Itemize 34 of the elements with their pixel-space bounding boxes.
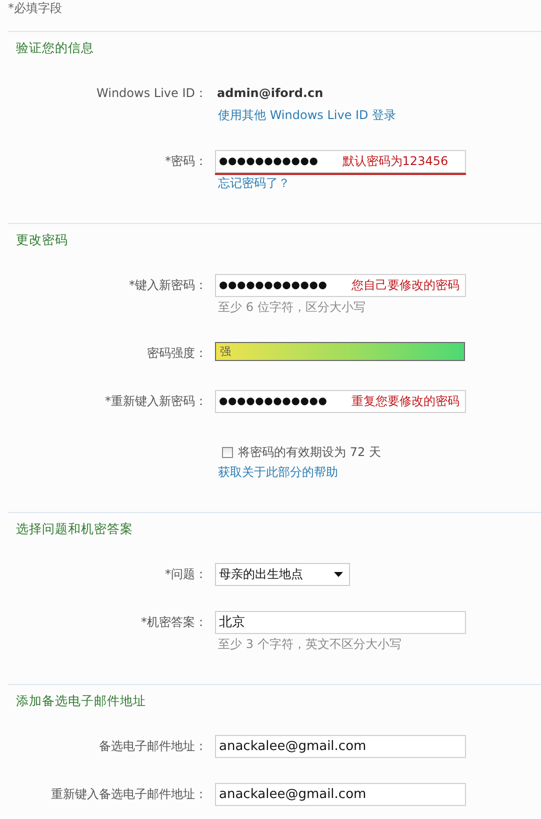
question-dropdown[interactable]: 母亲的出生地点 <box>215 563 350 586</box>
section-title: 验证您的信息 <box>15 39 94 57</box>
section-title: 添加备选电子邮件地址 <box>15 692 146 710</box>
checkbox-label: 将密码的有效期设为 72 天 <box>238 444 381 461</box>
required-note: *必填字段 <box>8 1 62 15</box>
field-label: Windows Live ID： <box>96 86 207 100</box>
field-label: 重新键入备选电子邮件地址： <box>51 787 207 801</box>
annotation-text: 您自己要修改的密码 <box>351 277 460 294</box>
annotation-text: 重复您要修改的密码 <box>351 393 460 410</box>
section-title: 选择问题和机密答案 <box>15 520 133 538</box>
field-label: 密码强度： <box>147 346 207 360</box>
caret-icon <box>334 572 343 577</box>
field-label: *重新键入新密码： <box>105 394 207 408</box>
strength-reading: 强 <box>220 345 231 359</box>
hint-text: 至少 3 个字符，英文不区分大小写 <box>218 637 402 651</box>
password-field[interactable]: ●●●●●●●●●●● 默认密码为123456 <box>215 150 466 173</box>
field-label: *键入新密码： <box>129 278 207 292</box>
help-link[interactable]: 获取关于此部分的帮助 <box>218 465 338 479</box>
field-label: 备选电子邮件地址： <box>99 739 207 753</box>
account-id: admin@iford.cn <box>216 85 324 102</box>
input-field[interactable]: anackalee@gmail.com <box>215 783 466 806</box>
password-field[interactable]: ●●●●●●●●●●●● 您自己要修改的密码 <box>215 274 466 297</box>
section-title: 更改密码 <box>15 231 68 249</box>
checkbox[interactable] <box>222 446 233 458</box>
help-link[interactable]: 使用其他 Windows Live ID 登录 <box>218 108 396 122</box>
hint-text: 至少 6 位字符，区分大小写 <box>218 300 366 314</box>
field-label: *密码： <box>165 154 207 168</box>
password-field[interactable]: ●●●●●●●●●●●● 重复您要修改的密码 <box>215 390 466 413</box>
input-field[interactable]: 北京 <box>215 611 466 634</box>
annotation-text: 默认密码为123456 <box>342 153 448 170</box>
field-label: *机密答案： <box>141 615 207 629</box>
help-link[interactable]: 忘记密码了？ <box>218 176 290 190</box>
field-label: *问题： <box>165 567 207 581</box>
input-field[interactable]: anackalee@gmail.com <box>215 735 466 758</box>
